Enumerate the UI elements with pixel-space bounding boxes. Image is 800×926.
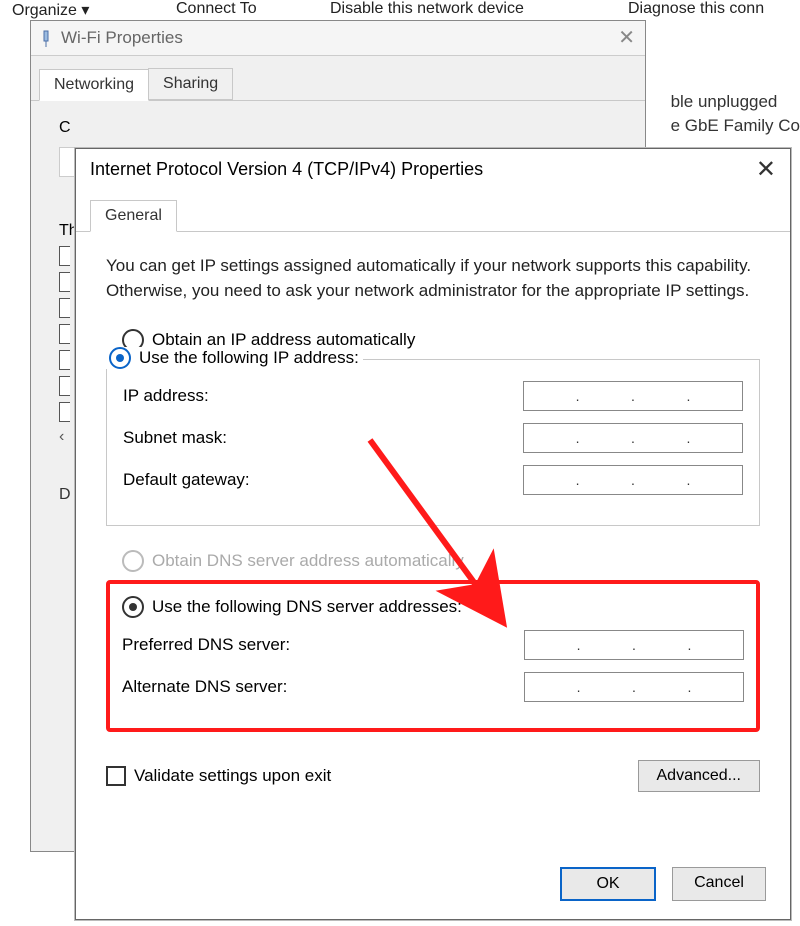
radio-icon[interactable]	[109, 347, 131, 369]
cancel-button[interactable]: Cancel	[672, 867, 766, 901]
menu-connect-to[interactable]: Connect To	[176, 0, 257, 18]
radio-label: Obtain DNS server address automatically	[152, 551, 464, 571]
radio-use-ip[interactable]: Use the following IP address:	[105, 347, 363, 369]
radio-label: Use the following DNS server addresses:	[152, 597, 462, 617]
list-item	[59, 402, 70, 422]
checkbox-icon[interactable]	[106, 766, 126, 786]
checkbox-validate-settings[interactable]: Validate settings upon exit	[106, 766, 331, 786]
ipv4-properties-window: Internet Protocol Version 4 (TCP/IPv4) P…	[75, 148, 791, 920]
field-preferred-dns: Preferred DNS server: ...	[122, 630, 744, 660]
ipv4-description: You can get IP settings assigned automat…	[106, 254, 760, 303]
wifi-adapter-icon	[39, 29, 53, 47]
field-subnet-mask: Subnet mask: ...	[123, 423, 743, 453]
ipv4-window-title: Internet Protocol Version 4 (TCP/IPv4) P…	[90, 159, 483, 180]
radio-obtain-dns-auto: Obtain DNS server address automatically	[122, 550, 760, 572]
wifi-titlebar: Wi-Fi Properties ✕	[31, 21, 645, 56]
label-default-gateway: Default gateway:	[123, 470, 250, 490]
input-subnet-mask[interactable]: ...	[523, 423, 743, 453]
ipv4-content: You can get IP settings assigned automat…	[76, 232, 790, 806]
field-alternate-dns: Alternate DNS server: ...	[122, 672, 744, 702]
menu-organize[interactable]: Organize ▾	[12, 0, 89, 20]
label-preferred-dns: Preferred DNS server:	[122, 635, 290, 655]
input-default-gateway[interactable]: ...	[523, 465, 743, 495]
ip-address-group: Use the following IP address: IP address…	[106, 359, 760, 526]
field-default-gateway: Default gateway: ...	[123, 465, 743, 495]
ipv4-tabs: General	[76, 189, 790, 232]
field-ip-address: IP address: ...	[123, 381, 743, 411]
dns-highlight-box: Use the following DNS server addresses: …	[106, 580, 760, 732]
label-ip-address: IP address:	[123, 386, 209, 406]
label-subnet-mask: Subnet mask:	[123, 428, 227, 448]
radio-icon[interactable]	[122, 596, 144, 618]
radio-icon	[122, 550, 144, 572]
close-icon[interactable]: ✕	[756, 155, 776, 184]
radio-use-dns[interactable]: Use the following DNS server addresses:	[122, 596, 744, 618]
ok-button[interactable]: OK	[560, 867, 656, 901]
input-ip-address[interactable]: ...	[523, 381, 743, 411]
list-item	[59, 298, 70, 318]
advanced-button[interactable]: Advanced...	[638, 760, 761, 792]
list-item	[59, 246, 70, 266]
tab-sharing[interactable]: Sharing	[148, 68, 233, 100]
status-line-1: ble unplugged	[671, 90, 800, 114]
dialog-buttons: OK Cancel	[560, 867, 766, 901]
adapter-status-fragment: ble unplugged e GbE Family Co	[671, 90, 800, 138]
wifi-tabs: Networking Sharing	[31, 56, 645, 101]
tab-networking[interactable]: Networking	[39, 69, 149, 101]
input-alternate-dns[interactable]: ...	[524, 672, 744, 702]
explorer-toolbar: Organize ▾ Connect To Disable this netwo…	[0, 0, 800, 22]
menu-disable-device[interactable]: Disable this network device	[330, 0, 524, 18]
close-icon[interactable]: ✕	[618, 25, 635, 50]
wifi-window-title: Wi-Fi Properties	[61, 28, 183, 48]
status-line-2: e GbE Family Co	[671, 114, 800, 138]
list-item	[59, 324, 70, 344]
checkbox-label: Validate settings upon exit	[134, 766, 331, 786]
input-preferred-dns[interactable]: ...	[524, 630, 744, 660]
label-alternate-dns: Alternate DNS server:	[122, 677, 287, 697]
list-item	[59, 376, 70, 396]
bottom-options-row: Validate settings upon exit Advanced...	[106, 760, 760, 792]
tab-general[interactable]: General	[90, 200, 177, 232]
ipv4-titlebar: Internet Protocol Version 4 (TCP/IPv4) P…	[76, 149, 790, 189]
connect-using-label: C	[59, 119, 617, 137]
list-item	[59, 272, 70, 292]
menu-diagnose[interactable]: Diagnose this conn	[628, 0, 764, 18]
radio-label: Use the following IP address:	[139, 348, 359, 368]
list-item	[59, 350, 70, 370]
